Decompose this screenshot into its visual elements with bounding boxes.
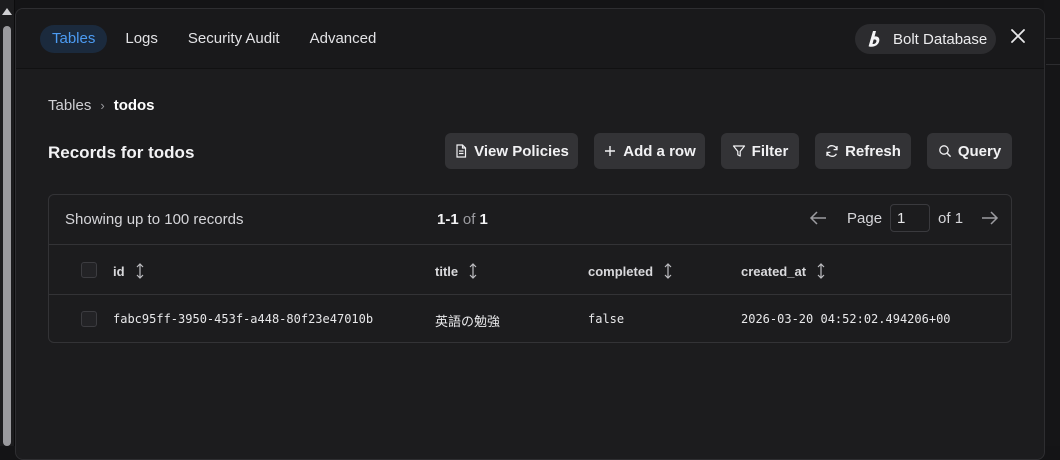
column-header-title[interactable]: title [435,262,478,280]
arrow-right-icon[interactable] [979,210,1001,226]
sort-icon[interactable] [135,262,145,280]
panel-header: Tables Logs Security Audit Advanced Bolt… [16,9,1044,69]
view-policies-label: View Policies [474,142,569,160]
refresh-label: Refresh [845,142,901,160]
tab-advanced[interactable]: Advanced [298,25,389,53]
background-edge [1044,0,1060,446]
pagination: Page of 1 [807,204,1001,232]
cell-created-at[interactable]: 2026-03-20 04:52:02.494206+00 [741,312,951,326]
tab-logs[interactable]: Logs [113,25,170,53]
table-toolbar: Showing up to 100 records 1-1 of 1 Page … [49,195,1011,245]
page-title: Records for todos [48,143,195,162]
records-range: 1-1 of 1 [437,211,488,228]
tab-tables[interactable]: Tables [40,25,108,53]
records-count-text: Showing up to 100 records [65,211,244,228]
range-total: 1 [479,211,488,228]
breadcrumb: Tables › todos [48,97,155,114]
cell-title[interactable]: 英語の勉強 [435,311,500,330]
column-header-id[interactable]: id [113,262,145,280]
scroll-thumb[interactable] [3,26,11,446]
column-header-label: created_at [741,263,807,279]
column-header-completed[interactable]: completed [588,262,673,280]
arrow-left-icon[interactable] [807,210,829,226]
filter-icon [732,145,745,157]
column-header-label: completed [588,263,654,279]
table-header-row: id title completed created_at [49,245,1011,295]
bolt-logo-icon [868,31,880,47]
database-panel: Tables Logs Security Audit Advanced Bolt… [15,8,1045,460]
add-row-label: Add a row [623,142,696,160]
column-header-label: title [435,263,459,279]
sort-icon[interactable] [468,262,478,280]
close-icon[interactable] [1009,27,1027,45]
range-value: 1-1 [437,211,459,228]
filter-button[interactable]: Filter [721,133,799,169]
column-header-label: id [113,263,125,279]
row-checkbox[interactable] [81,311,97,327]
records-table: Showing up to 100 records 1-1 of 1 Page … [48,194,1012,343]
scroll-up-icon[interactable] [2,8,12,15]
table-row[interactable]: fabc95ff-3950-453f-a448-80f23e47010b 英語の… [49,295,1011,343]
range-of-word: of [462,211,476,228]
cell-id[interactable]: fabc95ff-3950-453f-a448-80f23e47010b [113,312,373,326]
page-total-label: of 1 [938,209,964,227]
page-label: Page [847,209,883,227]
view-policies-button[interactable]: View Policies [445,133,578,169]
document-icon [456,144,467,158]
refresh-icon [826,145,838,157]
cell-completed[interactable]: false [588,312,624,326]
breadcrumb-current: todos [113,97,155,114]
refresh-button[interactable]: Refresh [815,133,911,169]
select-all-checkbox[interactable] [81,262,97,278]
breadcrumb-separator: › [100,98,105,113]
background-divider [1046,64,1060,65]
sort-icon[interactable] [816,262,826,280]
plus-icon [605,146,616,156]
breadcrumb-tables-link[interactable]: Tables [48,97,91,114]
query-button[interactable]: Query [927,133,1012,169]
database-label: Bolt Database [893,30,988,48]
column-header-created-at[interactable]: created_at [741,262,826,280]
tab-bar: Tables Logs Security Audit Advanced [40,25,388,53]
search-icon [938,145,951,158]
tab-security-audit[interactable]: Security Audit [176,25,292,53]
filter-label: Filter [751,142,789,160]
page-number-input[interactable] [890,204,931,232]
database-badge[interactable]: Bolt Database [855,24,996,54]
background-divider [1046,38,1060,39]
window-scrollbar[interactable] [0,0,15,446]
sort-icon[interactable] [663,262,673,280]
add-row-button[interactable]: Add a row [594,133,705,169]
query-label: Query [957,142,1002,160]
